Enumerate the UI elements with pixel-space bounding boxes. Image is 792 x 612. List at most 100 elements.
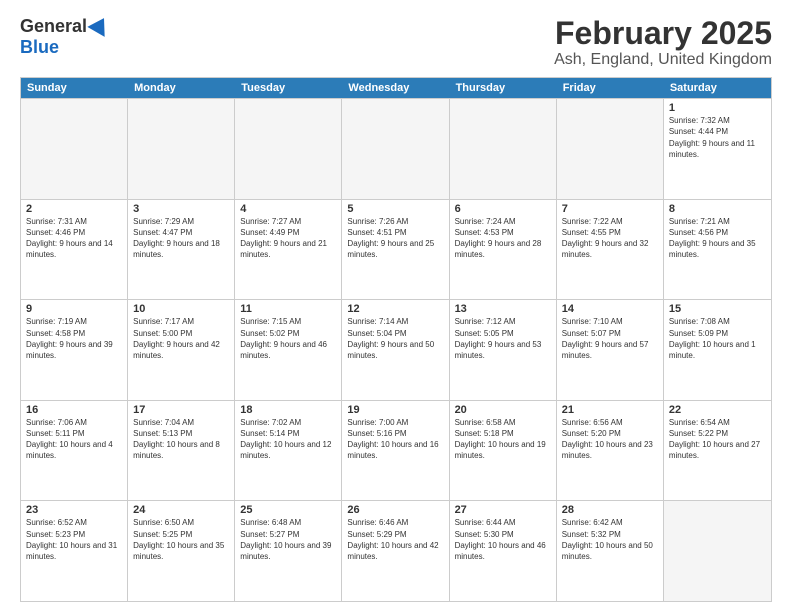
calendar-cell: 23Sunrise: 6:52 AM Sunset: 5:23 PM Dayli… xyxy=(21,501,128,601)
day-number: 4 xyxy=(240,203,336,215)
calendar-cell: 21Sunrise: 6:56 AM Sunset: 5:20 PM Dayli… xyxy=(557,401,664,501)
cell-info: Sunrise: 7:31 AM Sunset: 4:46 PM Dayligh… xyxy=(26,216,122,261)
calendar-cell: 11Sunrise: 7:15 AM Sunset: 5:02 PM Dayli… xyxy=(235,300,342,400)
title-block: February 2025 Ash, England, United Kingd… xyxy=(554,16,772,69)
day-number: 3 xyxy=(133,203,229,215)
calendar-cell: 9Sunrise: 7:19 AM Sunset: 4:58 PM Daylig… xyxy=(21,300,128,400)
logo: General Blue xyxy=(20,16,110,58)
calendar-cell: 14Sunrise: 7:10 AM Sunset: 5:07 PM Dayli… xyxy=(557,300,664,400)
cell-info: Sunrise: 7:15 AM Sunset: 5:02 PM Dayligh… xyxy=(240,316,336,361)
calendar-cell: 2Sunrise: 7:31 AM Sunset: 4:46 PM Daylig… xyxy=(21,200,128,300)
calendar-row-0: 1Sunrise: 7:32 AM Sunset: 4:44 PM Daylig… xyxy=(21,98,771,199)
header-day-monday: Monday xyxy=(128,78,235,98)
calendar-cell xyxy=(235,99,342,199)
cell-info: Sunrise: 6:54 AM Sunset: 5:22 PM Dayligh… xyxy=(669,417,766,462)
header-day-saturday: Saturday xyxy=(664,78,771,98)
day-number: 20 xyxy=(455,404,551,416)
cell-info: Sunrise: 7:08 AM Sunset: 5:09 PM Dayligh… xyxy=(669,316,766,361)
cell-info: Sunrise: 7:22 AM Sunset: 4:55 PM Dayligh… xyxy=(562,216,658,261)
calendar-cell: 15Sunrise: 7:08 AM Sunset: 5:09 PM Dayli… xyxy=(664,300,771,400)
cell-info: Sunrise: 7:00 AM Sunset: 5:16 PM Dayligh… xyxy=(347,417,443,462)
cell-info: Sunrise: 6:42 AM Sunset: 5:32 PM Dayligh… xyxy=(562,517,658,562)
calendar-cell xyxy=(21,99,128,199)
calendar-body: 1Sunrise: 7:32 AM Sunset: 4:44 PM Daylig… xyxy=(21,98,771,601)
day-number: 9 xyxy=(26,303,122,315)
cell-info: Sunrise: 6:56 AM Sunset: 5:20 PM Dayligh… xyxy=(562,417,658,462)
calendar-cell: 8Sunrise: 7:21 AM Sunset: 4:56 PM Daylig… xyxy=(664,200,771,300)
cell-info: Sunrise: 7:21 AM Sunset: 4:56 PM Dayligh… xyxy=(669,216,766,261)
calendar-cell xyxy=(664,501,771,601)
cell-info: Sunrise: 6:52 AM Sunset: 5:23 PM Dayligh… xyxy=(26,517,122,562)
header-day-sunday: Sunday xyxy=(21,78,128,98)
calendar-cell: 27Sunrise: 6:44 AM Sunset: 5:30 PM Dayli… xyxy=(450,501,557,601)
cell-info: Sunrise: 7:10 AM Sunset: 5:07 PM Dayligh… xyxy=(562,316,658,361)
day-number: 23 xyxy=(26,504,122,516)
cell-info: Sunrise: 6:46 AM Sunset: 5:29 PM Dayligh… xyxy=(347,517,443,562)
cell-info: Sunrise: 7:29 AM Sunset: 4:47 PM Dayligh… xyxy=(133,216,229,261)
day-number: 10 xyxy=(133,303,229,315)
day-number: 11 xyxy=(240,303,336,315)
cell-info: Sunrise: 7:24 AM Sunset: 4:53 PM Dayligh… xyxy=(455,216,551,261)
day-number: 13 xyxy=(455,303,551,315)
day-number: 21 xyxy=(562,404,658,416)
calendar-cell xyxy=(557,99,664,199)
calendar-cell xyxy=(450,99,557,199)
calendar-cell: 22Sunrise: 6:54 AM Sunset: 5:22 PM Dayli… xyxy=(664,401,771,501)
calendar-cell: 5Sunrise: 7:26 AM Sunset: 4:51 PM Daylig… xyxy=(342,200,449,300)
cell-info: Sunrise: 6:48 AM Sunset: 5:27 PM Dayligh… xyxy=(240,517,336,562)
calendar-cell: 12Sunrise: 7:14 AM Sunset: 5:04 PM Dayli… xyxy=(342,300,449,400)
calendar-cell: 4Sunrise: 7:27 AM Sunset: 4:49 PM Daylig… xyxy=(235,200,342,300)
calendar-cell: 3Sunrise: 7:29 AM Sunset: 4:47 PM Daylig… xyxy=(128,200,235,300)
header-day-wednesday: Wednesday xyxy=(342,78,449,98)
calendar-cell: 6Sunrise: 7:24 AM Sunset: 4:53 PM Daylig… xyxy=(450,200,557,300)
calendar-row-1: 2Sunrise: 7:31 AM Sunset: 4:46 PM Daylig… xyxy=(21,199,771,300)
header-day-thursday: Thursday xyxy=(450,78,557,98)
day-number: 17 xyxy=(133,404,229,416)
day-number: 16 xyxy=(26,404,122,416)
calendar-cell: 24Sunrise: 6:50 AM Sunset: 5:25 PM Dayli… xyxy=(128,501,235,601)
day-number: 15 xyxy=(669,303,766,315)
subtitle: Ash, England, United Kingdom xyxy=(554,51,772,69)
header-day-friday: Friday xyxy=(557,78,664,98)
header-day-tuesday: Tuesday xyxy=(235,78,342,98)
day-number: 12 xyxy=(347,303,443,315)
cell-info: Sunrise: 6:44 AM Sunset: 5:30 PM Dayligh… xyxy=(455,517,551,562)
calendar-cell: 10Sunrise: 7:17 AM Sunset: 5:00 PM Dayli… xyxy=(128,300,235,400)
calendar-cell xyxy=(342,99,449,199)
day-number: 19 xyxy=(347,404,443,416)
day-number: 5 xyxy=(347,203,443,215)
calendar-cell xyxy=(128,99,235,199)
day-number: 7 xyxy=(562,203,658,215)
calendar-cell: 18Sunrise: 7:02 AM Sunset: 5:14 PM Dayli… xyxy=(235,401,342,501)
calendar: SundayMondayTuesdayWednesdayThursdayFrid… xyxy=(20,77,772,602)
cell-info: Sunrise: 7:27 AM Sunset: 4:49 PM Dayligh… xyxy=(240,216,336,261)
calendar-cell: 13Sunrise: 7:12 AM Sunset: 5:05 PM Dayli… xyxy=(450,300,557,400)
calendar-cell: 16Sunrise: 7:06 AM Sunset: 5:11 PM Dayli… xyxy=(21,401,128,501)
day-number: 8 xyxy=(669,203,766,215)
header: General Blue February 2025 Ash, England,… xyxy=(20,16,772,69)
logo-text: General xyxy=(20,16,110,37)
calendar-cell: 26Sunrise: 6:46 AM Sunset: 5:29 PM Dayli… xyxy=(342,501,449,601)
day-number: 27 xyxy=(455,504,551,516)
day-number: 2 xyxy=(26,203,122,215)
calendar-row-4: 23Sunrise: 6:52 AM Sunset: 5:23 PM Dayli… xyxy=(21,500,771,601)
calendar-cell: 7Sunrise: 7:22 AM Sunset: 4:55 PM Daylig… xyxy=(557,200,664,300)
calendar-row-3: 16Sunrise: 7:06 AM Sunset: 5:11 PM Dayli… xyxy=(21,400,771,501)
day-number: 18 xyxy=(240,404,336,416)
logo-blue: Blue xyxy=(20,37,59,58)
cell-info: Sunrise: 7:17 AM Sunset: 5:00 PM Dayligh… xyxy=(133,316,229,361)
cell-info: Sunrise: 6:58 AM Sunset: 5:18 PM Dayligh… xyxy=(455,417,551,462)
day-number: 6 xyxy=(455,203,551,215)
page: General Blue February 2025 Ash, England,… xyxy=(0,0,792,612)
main-title: February 2025 xyxy=(554,16,772,51)
logo-triangle-icon xyxy=(87,13,112,37)
day-number: 25 xyxy=(240,504,336,516)
logo-general: General xyxy=(20,16,87,37)
calendar-row-2: 9Sunrise: 7:19 AM Sunset: 4:58 PM Daylig… xyxy=(21,299,771,400)
cell-info: Sunrise: 7:19 AM Sunset: 4:58 PM Dayligh… xyxy=(26,316,122,361)
cell-info: Sunrise: 7:26 AM Sunset: 4:51 PM Dayligh… xyxy=(347,216,443,261)
day-number: 24 xyxy=(133,504,229,516)
calendar-cell: 19Sunrise: 7:00 AM Sunset: 5:16 PM Dayli… xyxy=(342,401,449,501)
cell-info: Sunrise: 7:04 AM Sunset: 5:13 PM Dayligh… xyxy=(133,417,229,462)
day-number: 26 xyxy=(347,504,443,516)
